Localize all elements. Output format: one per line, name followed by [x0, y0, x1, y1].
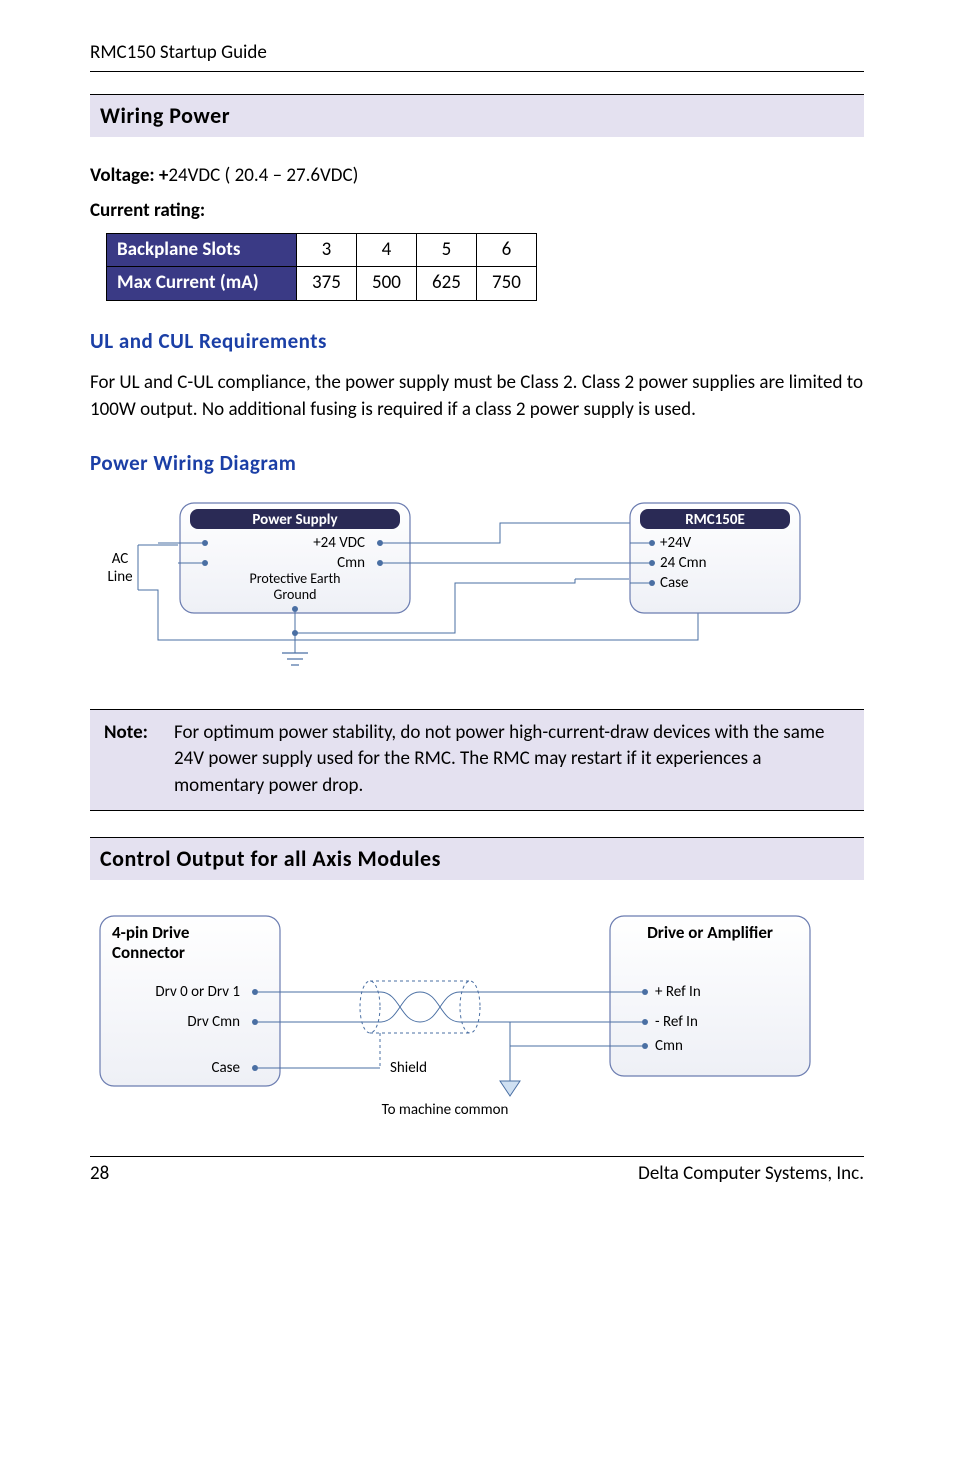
table-cell: 4 — [357, 233, 417, 267]
ul-cul-heading: UL and CUL Requirements — [90, 327, 864, 356]
ps-24vdc-label: +24 VDC — [313, 534, 365, 552]
drive-connector-title-2: Connector — [112, 942, 185, 963]
table-cell: 3 — [297, 233, 357, 267]
note-box: Note: For optimum power stability, do no… — [90, 709, 864, 811]
shield-label: Shield — [390, 1059, 427, 1077]
voltage-value: 24VDC ( 20.4 – 27.6VDC) — [168, 164, 358, 187]
table-cell: 375 — [297, 267, 357, 301]
ps-cmn-label: Cmn — [337, 554, 365, 572]
table-cell: 6 — [477, 233, 537, 267]
ps-pe-label-2: Ground — [274, 586, 317, 603]
rmc150e-title: RMC150E — [685, 511, 745, 529]
rmc-24cmn-label: 24 Cmn — [660, 554, 706, 572]
power-supply-title: Power Supply — [252, 511, 338, 529]
note-text: For optimum power stability, do not powe… — [174, 720, 850, 800]
power-wiring-diagram-heading: Power Wiring Diagram — [90, 449, 864, 478]
voltage-label: Voltage: + — [90, 164, 168, 187]
table-cell: 5 — [417, 233, 477, 267]
drive-connector-title-1: 4-pin Drive — [112, 922, 190, 943]
ref-in-minus-label: - Ref In — [655, 1013, 698, 1031]
table-row: Backplane Slots 3 4 5 6 — [107, 233, 537, 267]
ac-line-label: AC — [112, 550, 129, 568]
drv0-or-drv1-label: Drv 0 or Drv 1 — [155, 983, 240, 1001]
current-rating-label: Current rating: — [90, 198, 864, 225]
control-output-diagram: 4-pin Drive Connector Drv 0 or Drv 1 Drv… — [90, 906, 860, 1126]
to-machine-common-label: To machine common — [382, 1101, 509, 1119]
page-footer: 28 Delta Computer Systems, Inc. — [90, 1156, 864, 1188]
note-label: Note: — [104, 720, 174, 800]
ps-pe-label-1: Protective Earth — [249, 570, 340, 587]
control-output-heading: Control Output for all Axis Modules — [90, 837, 864, 881]
ref-in-plus-label: + Ref In — [655, 983, 701, 1001]
page-number: 28 — [90, 1161, 109, 1188]
backplane-slots-head: Backplane Slots — [107, 233, 297, 267]
rmc-case-label: Case — [660, 574, 689, 592]
table-cell: 625 — [417, 267, 477, 301]
wiring-power-heading: Wiring Power — [90, 94, 864, 138]
current-rating-table: Backplane Slots 3 4 5 6 Max Current (mA)… — [106, 233, 537, 301]
case-label: Case — [211, 1059, 240, 1077]
power-wiring-diagram: AC Line Power Supply +24 VDC Cmn Protect… — [90, 493, 810, 693]
table-row: Max Current (mA) 375 500 625 750 — [107, 267, 537, 301]
ac-line-label-2: Line — [107, 568, 132, 586]
drvcmn-label: Drv Cmn — [187, 1013, 240, 1031]
drive-amplifier-title: Drive or Amplifier — [647, 922, 773, 943]
page-header: RMC150 Startup Guide — [90, 40, 864, 72]
amp-cmn-label: Cmn — [655, 1037, 683, 1055]
table-cell: 500 — [357, 267, 417, 301]
rmc-24v-label: +24V — [660, 534, 692, 552]
voltage-line: Voltage: +24VDC ( 20.4 – 27.6VDC) — [90, 163, 864, 190]
company-name: Delta Computer Systems, Inc. — [638, 1161, 864, 1188]
ul-cul-paragraph: For UL and C-UL compliance, the power su… — [90, 370, 864, 423]
table-cell: 750 — [477, 267, 537, 301]
max-current-head: Max Current (mA) — [107, 267, 297, 301]
